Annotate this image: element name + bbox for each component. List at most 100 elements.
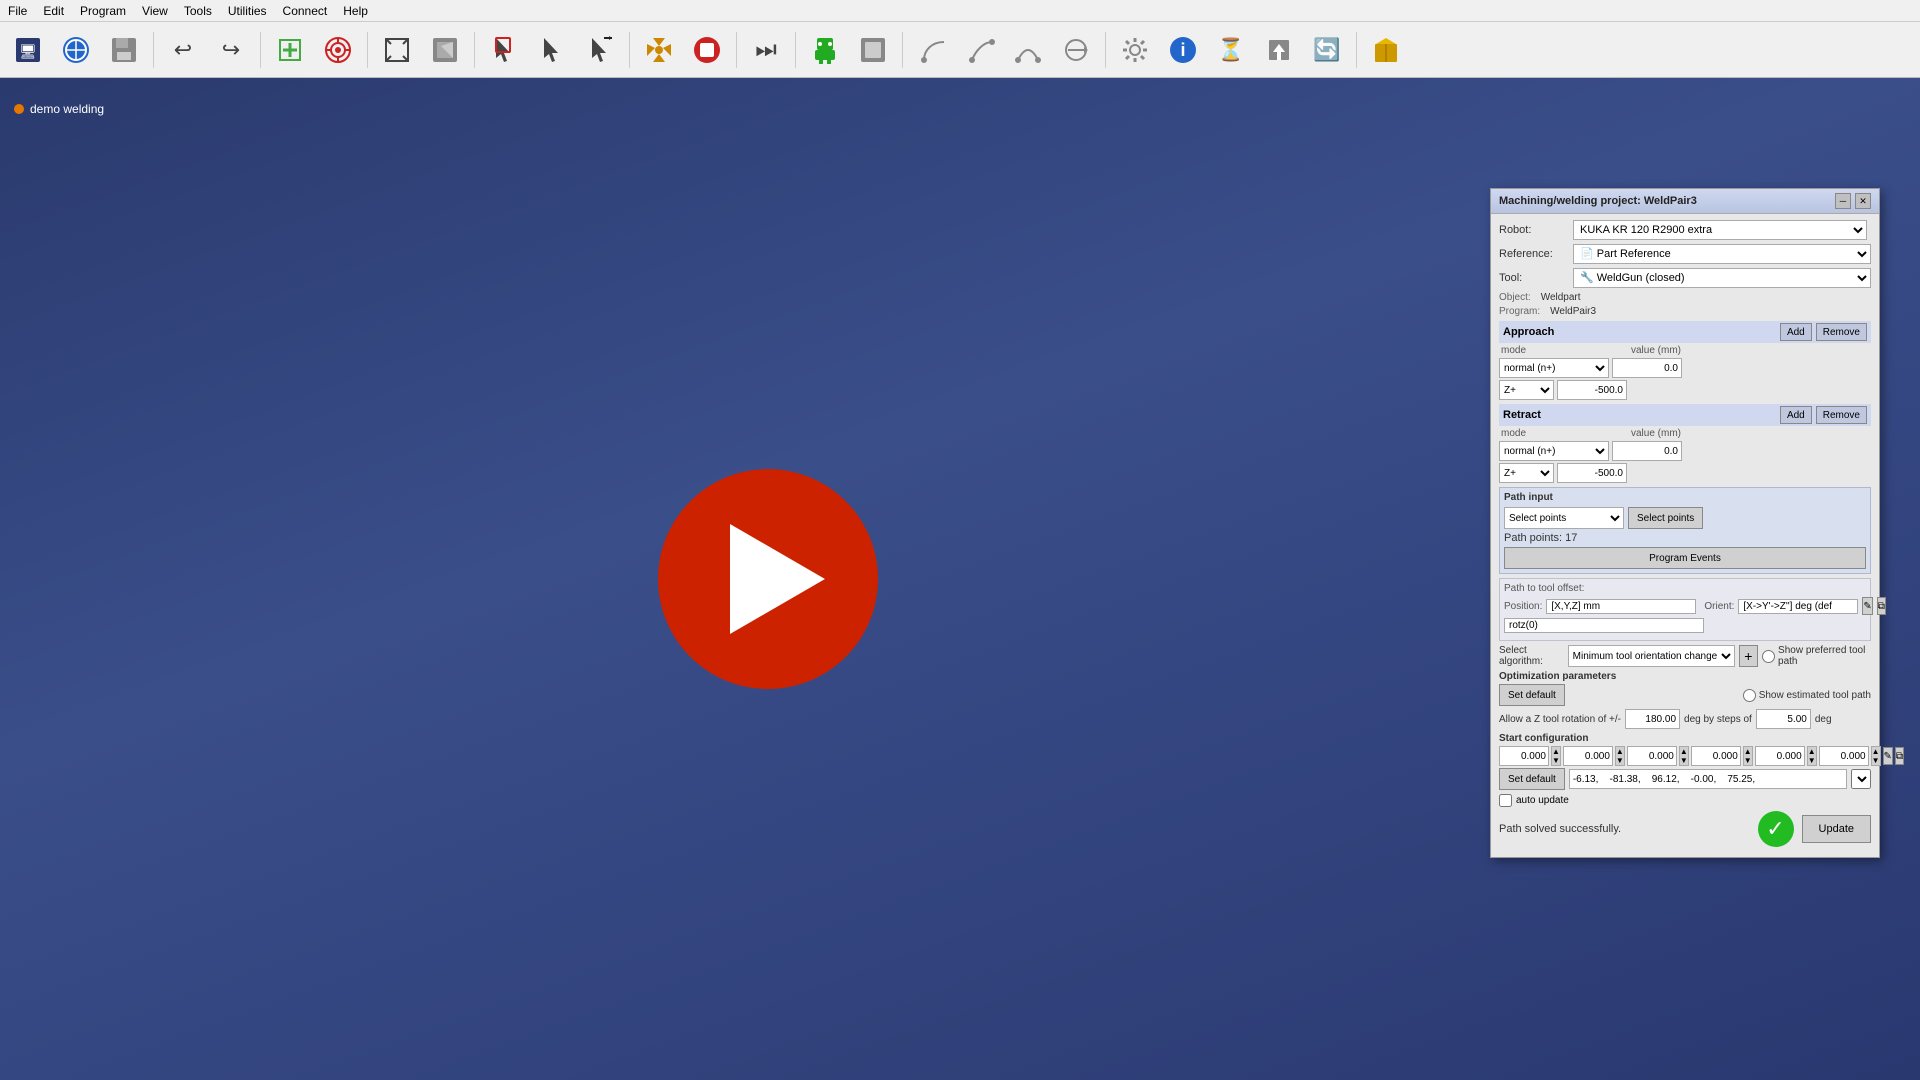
show-estimated-tool-radio[interactable] bbox=[1743, 689, 1756, 702]
approach-remove-btn[interactable]: Remove bbox=[1816, 323, 1867, 341]
rotz-input[interactable] bbox=[1504, 618, 1704, 633]
config-input-5[interactable] bbox=[1755, 746, 1805, 766]
select-points-dropdown[interactable]: Select points bbox=[1504, 507, 1624, 529]
skip-btn[interactable]: ⏭ bbox=[744, 28, 788, 72]
move-cursor-btn[interactable] bbox=[578, 28, 622, 72]
stop-btn[interactable] bbox=[685, 28, 729, 72]
algo-plus-btn[interactable]: + bbox=[1739, 645, 1758, 667]
show-preferred-tool-radio[interactable] bbox=[1762, 650, 1775, 663]
reference-label: Reference: bbox=[1499, 248, 1569, 260]
config-edit-btn[interactable]: ✎ bbox=[1883, 747, 1893, 765]
orient-edit-btn[interactable]: ✎ bbox=[1862, 597, 1872, 615]
z-rotation-input2[interactable] bbox=[1756, 709, 1811, 729]
config-input-3[interactable] bbox=[1627, 746, 1677, 766]
config-copy-btn[interactable]: ⧉ bbox=[1895, 747, 1904, 765]
refresh-btn[interactable]: 🔄 bbox=[1305, 28, 1349, 72]
config-input-1[interactable] bbox=[1499, 746, 1549, 766]
retract-header-label: Retract bbox=[1503, 409, 1541, 421]
show-preferred-tool-label[interactable]: Show preferred tool path bbox=[1762, 645, 1871, 667]
show-preferred-tool-text: Show preferred tool path bbox=[1778, 645, 1871, 667]
panel-close-btn[interactable]: ✕ bbox=[1855, 193, 1871, 209]
config-input-4[interactable] bbox=[1691, 746, 1741, 766]
menu-edit[interactable]: Edit bbox=[43, 4, 64, 18]
menu-connect[interactable]: Connect bbox=[283, 4, 328, 18]
menu-utilities[interactable]: Utilities bbox=[228, 4, 267, 18]
orient-copy-btn[interactable]: ⧉ bbox=[1877, 597, 1886, 615]
menu-program[interactable]: Program bbox=[80, 4, 126, 18]
select-btn[interactable] bbox=[482, 28, 526, 72]
play-button[interactable] bbox=[658, 469, 878, 689]
config-input-6[interactable] bbox=[1819, 746, 1869, 766]
tool-c-btn[interactable] bbox=[1006, 28, 1050, 72]
select-algo-label: Select algorithm: bbox=[1499, 645, 1564, 667]
save-btn[interactable] bbox=[102, 28, 146, 72]
approach-z-select[interactable]: Z+ bbox=[1499, 380, 1554, 400]
settings-btn[interactable] bbox=[1113, 28, 1157, 72]
new-btn[interactable]: 🖥 bbox=[6, 28, 50, 72]
panel-minimize-btn[interactable]: ─ bbox=[1835, 193, 1851, 209]
reference-select[interactable]: 📄 Part Reference bbox=[1573, 244, 1871, 264]
import-btn[interactable] bbox=[1257, 28, 1301, 72]
config-spin-5[interactable]: ▲▼ bbox=[1807, 746, 1817, 766]
retract-mode-select[interactable]: normal (n+) bbox=[1499, 441, 1609, 461]
redo-btn[interactable]: ↪ bbox=[209, 28, 253, 72]
move-tool-btn[interactable] bbox=[1054, 28, 1098, 72]
package-btn[interactable] bbox=[1364, 28, 1408, 72]
retract-z-value-input[interactable] bbox=[1557, 463, 1627, 483]
config-spin-6[interactable]: ▲▼ bbox=[1871, 746, 1881, 766]
program-events-btn[interactable]: Program Events bbox=[1504, 547, 1866, 569]
algo-select[interactable]: Minimum tool orientation change bbox=[1568, 645, 1735, 667]
config-set-default-btn[interactable]: Set default bbox=[1499, 768, 1565, 790]
menu-help[interactable]: Help bbox=[343, 4, 368, 18]
update-btn[interactable]: Update bbox=[1802, 815, 1871, 843]
menu-tools[interactable]: Tools bbox=[184, 4, 212, 18]
config-spin-4[interactable]: ▲▼ bbox=[1743, 746, 1753, 766]
config-spin-1[interactable]: ▲▼ bbox=[1551, 746, 1561, 766]
target-btn[interactable] bbox=[316, 28, 360, 72]
approach-value-input[interactable] bbox=[1612, 358, 1682, 378]
show-estimated-tool-label[interactable]: Show estimated tool path bbox=[1743, 689, 1871, 702]
timer-btn[interactable]: ⏳ bbox=[1209, 28, 1253, 72]
undo-btn[interactable]: ↩ bbox=[161, 28, 205, 72]
z-rotation-input1[interactable] bbox=[1625, 709, 1680, 729]
robot-btn[interactable] bbox=[803, 28, 847, 72]
config-input-2[interactable] bbox=[1563, 746, 1613, 766]
robot-row: Robot: KUKA KR 120 R2900 extra bbox=[1499, 220, 1871, 240]
record-btn[interactable] bbox=[851, 28, 895, 72]
retract-add-btn[interactable]: Add bbox=[1780, 406, 1812, 424]
toolbar-sep-9 bbox=[1105, 32, 1106, 68]
select-points-btn[interactable]: Select points bbox=[1628, 507, 1703, 529]
info-btn[interactable]: i bbox=[1161, 28, 1205, 72]
retract-row-2: Z+ bbox=[1499, 463, 1871, 483]
fit-btn[interactable] bbox=[375, 28, 419, 72]
path-row: Select points Select points bbox=[1504, 507, 1866, 529]
retract-row-1: normal (n+) bbox=[1499, 441, 1871, 461]
viewport[interactable]: demo welding Machining/welding project: … bbox=[0, 78, 1920, 1080]
menu-view[interactable]: View bbox=[142, 4, 168, 18]
config-vals-input[interactable]: -6.13, -81.38, 96.12, -0.00, 75.25, bbox=[1569, 769, 1847, 789]
approach-mode-select[interactable]: normal (n+) bbox=[1499, 358, 1609, 378]
retract-header: Retract Add Remove bbox=[1499, 404, 1871, 426]
tool-path-btn[interactable] bbox=[910, 28, 954, 72]
tool-select[interactable]: 🔧 WeldGun (closed) bbox=[1573, 268, 1871, 288]
tool-b-btn[interactable] bbox=[958, 28, 1002, 72]
retract-remove-btn[interactable]: Remove bbox=[1816, 406, 1867, 424]
set-default-btn[interactable]: Set default bbox=[1499, 684, 1565, 706]
radiation-btn[interactable] bbox=[637, 28, 681, 72]
approach-z-value-input[interactable] bbox=[1557, 380, 1627, 400]
menu-file[interactable]: File bbox=[8, 4, 27, 18]
auto-update-checkbox[interactable] bbox=[1499, 794, 1512, 807]
cursor-btn[interactable] bbox=[530, 28, 574, 72]
panel-body: Robot: KUKA KR 120 R2900 extra Reference… bbox=[1491, 214, 1879, 857]
open-btn[interactable] bbox=[54, 28, 98, 72]
approach-add-btn[interactable]: Add bbox=[1780, 323, 1812, 341]
config-vals-dropdown[interactable]: ▼ bbox=[1851, 769, 1871, 789]
retract-value-input[interactable] bbox=[1612, 441, 1682, 461]
config-spin-3[interactable]: ▲▼ bbox=[1679, 746, 1689, 766]
path-input-section: Path input Select points Select points P… bbox=[1499, 487, 1871, 574]
robot-select[interactable]: KUKA KR 120 R2900 extra bbox=[1573, 220, 1867, 240]
view-btn[interactable] bbox=[423, 28, 467, 72]
retract-z-select[interactable]: Z+ bbox=[1499, 463, 1554, 483]
add-btn[interactable] bbox=[268, 28, 312, 72]
config-spin-2[interactable]: ▲▼ bbox=[1615, 746, 1625, 766]
